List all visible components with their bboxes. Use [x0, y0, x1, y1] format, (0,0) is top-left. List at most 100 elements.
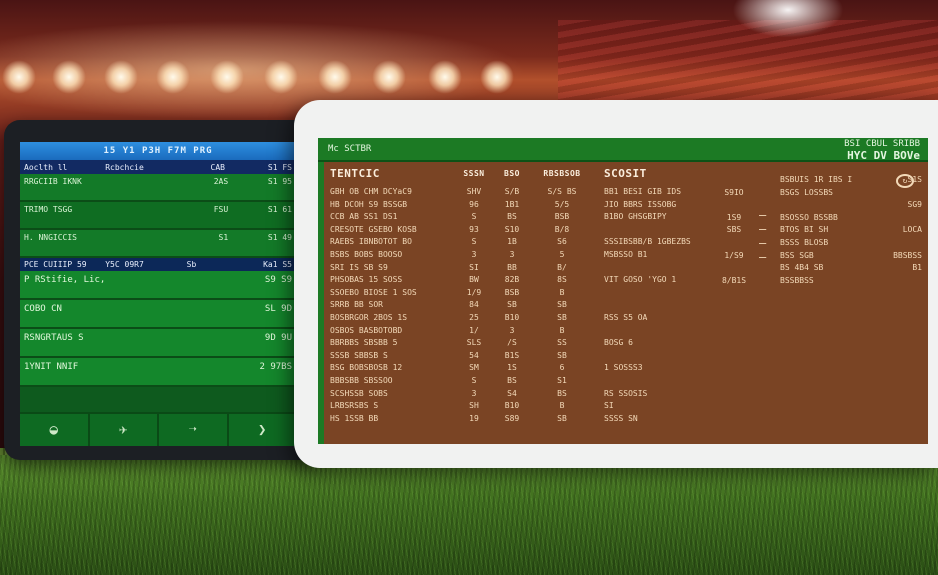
column-header: SSSN [463, 169, 485, 178]
table-row[interactable]: RSNGRTAUS S 9D 9U [20, 329, 296, 358]
column-line: S4 [507, 388, 517, 398]
column-line: BSOSSO BSSBB [780, 212, 838, 222]
column-header: SCOSIT [604, 167, 647, 180]
column-line: MSBSSO B1 [604, 249, 648, 259]
column-line: B [559, 287, 565, 297]
section-cell: Y5C 09R7 [105, 260, 144, 269]
table-row[interactable]: TRIMO TSGG FSU S1 61 [20, 202, 296, 230]
section-cell: Ka1 S5 [263, 260, 292, 269]
column-line: BS [507, 212, 517, 222]
column-line: CRESOTE GSEBO KOSB [330, 224, 417, 234]
column-line: 96 [469, 199, 479, 209]
table-row[interactable]: 1YNIT NNIF 2 97BS [20, 358, 296, 387]
column-line: S6 [557, 237, 567, 247]
column-line: 3 [509, 249, 515, 259]
column-line [878, 212, 922, 225]
column-line: BOSBRGOR 2BOS 1S [330, 312, 408, 322]
column-line: 3 [471, 249, 477, 259]
table-row[interactable]: P RStifie, Lic, S9 S9 [20, 271, 296, 300]
column-line [716, 199, 752, 212]
column-line: 25 [469, 312, 479, 322]
row-value: S1 49 [267, 233, 292, 242]
column-line: 54 [469, 350, 479, 360]
column-line [716, 287, 752, 300]
column-line: SB [557, 350, 567, 360]
column-line: 1/9 [466, 287, 482, 297]
column-line: S [471, 237, 477, 247]
more-icon[interactable]: ❯ [229, 414, 297, 446]
row-value: 2AS [213, 177, 229, 186]
grass-field [0, 455, 938, 575]
column-line [716, 237, 752, 250]
column-line: 3 [509, 325, 515, 335]
column-scout: SCOSIT BB1 BESI GIB IDS JIO BBRS ISSOBG B1… [604, 168, 714, 425]
column-line: S10 [504, 224, 520, 234]
column-line: GBH OB CHM DCYaC9 [330, 187, 412, 196]
topbar-info: BSI CBUL SRIBB HYC DV BOVe [844, 139, 920, 161]
arrow-icon[interactable]: ➝ [159, 414, 229, 446]
row-value: S1 61 [267, 205, 292, 214]
column-line: /S [507, 338, 517, 348]
floodlight [318, 60, 352, 94]
row-name: TRIMO TSGG [24, 205, 73, 214]
column-line: SRI IS SB S9 [330, 262, 388, 272]
column-line: BTOS BI SH [780, 225, 829, 235]
column-team: TENTCIC GBH OB CHM DCYaC9 HB DCOH S9 BSSG… [330, 168, 450, 425]
column-line: SRRB BB SOR [330, 300, 383, 310]
column-line: 84 [469, 300, 479, 310]
column-stat-c: RBSBSOB S/S BS 5/5 BSB B/8 S6 5 B/8S B SB SB B SS SB… [536, 168, 588, 425]
column-line: B1BO GHSGBIPY [604, 212, 667, 222]
section-cell: Sb [186, 260, 197, 269]
player-icon[interactable]: ✈ [90, 414, 159, 446]
table-row[interactable]: COBO CN SL 9D [20, 300, 296, 329]
table-row[interactable]: H. NNGICCIS S1 S1 49 [20, 230, 296, 258]
column-line [604, 287, 714, 300]
column-line: B/ [557, 262, 567, 272]
column-line [878, 187, 922, 200]
column-line: 1S [507, 363, 517, 373]
column-line [716, 174, 752, 187]
column-header: TENTCIC [330, 167, 380, 180]
floodlight [156, 60, 190, 94]
column-line: 5/5 [554, 199, 570, 209]
table-row[interactable]: RRGCIIB IKNK 2AS S1 95 [20, 174, 296, 202]
field-icon[interactable]: ◒ [20, 414, 90, 446]
column-line: HS 1SSB BB [330, 413, 379, 423]
column-line [716, 262, 752, 275]
column-line: S1 [557, 375, 567, 385]
column-line: SHV [466, 187, 482, 196]
row-value: SL 9D [264, 304, 292, 314]
column-line: BSG BOBSBOSB 12 [330, 363, 403, 373]
column-line: BSSBBSS [780, 275, 814, 285]
column-line: SS [557, 338, 567, 348]
row-value: 9D 9U [264, 333, 292, 343]
column-line: RAEBS IBNBOTOT BO [330, 237, 412, 247]
column-line: 1S9 [726, 212, 742, 222]
right-tablet-screen: Mc SCTBR BSI CBUL SRIBB HYC DV BOVe TENT… [318, 138, 928, 444]
column-line: BOSG 6 [604, 338, 633, 348]
column-line: B1S [504, 350, 520, 360]
column-stat-d: S9IO 1S9 SBS 1/S9 8/B1S [716, 168, 752, 300]
refresh-icon[interactable]: ↻ [896, 174, 914, 188]
column-line: 93 [469, 224, 479, 234]
column-line: SB [557, 413, 567, 423]
header-cell: Rcbchcie [105, 162, 144, 172]
row-name: RSNGRTAUS S [24, 333, 84, 343]
column-line: SBS [726, 225, 742, 235]
column-line: BW [469, 275, 479, 285]
column-line: LOCA [902, 225, 922, 235]
column-stat-a: SSSN SHV 96 S 93 S 3 SI BW 1/9 84 25 1/SLS 54 SM S 3 SH 1… [460, 168, 488, 425]
column-line: BSB [554, 212, 570, 222]
column-line: BB1 BESI GIB IDS [604, 187, 682, 196]
column-line: SG9 [907, 200, 922, 210]
column-line [604, 299, 714, 312]
column-line: BSSS BLOSB [780, 237, 829, 247]
column-line: BSB [504, 287, 520, 297]
column-line: B/8 [554, 224, 570, 234]
row-value: FSU [213, 205, 229, 214]
column-line: B [559, 325, 565, 335]
column-header: BSO [504, 169, 520, 178]
column-line: BB [507, 262, 517, 272]
topbar-info-line: HYC DV BOVe [847, 149, 920, 162]
column-line: BS 4B4 SB [780, 263, 824, 273]
